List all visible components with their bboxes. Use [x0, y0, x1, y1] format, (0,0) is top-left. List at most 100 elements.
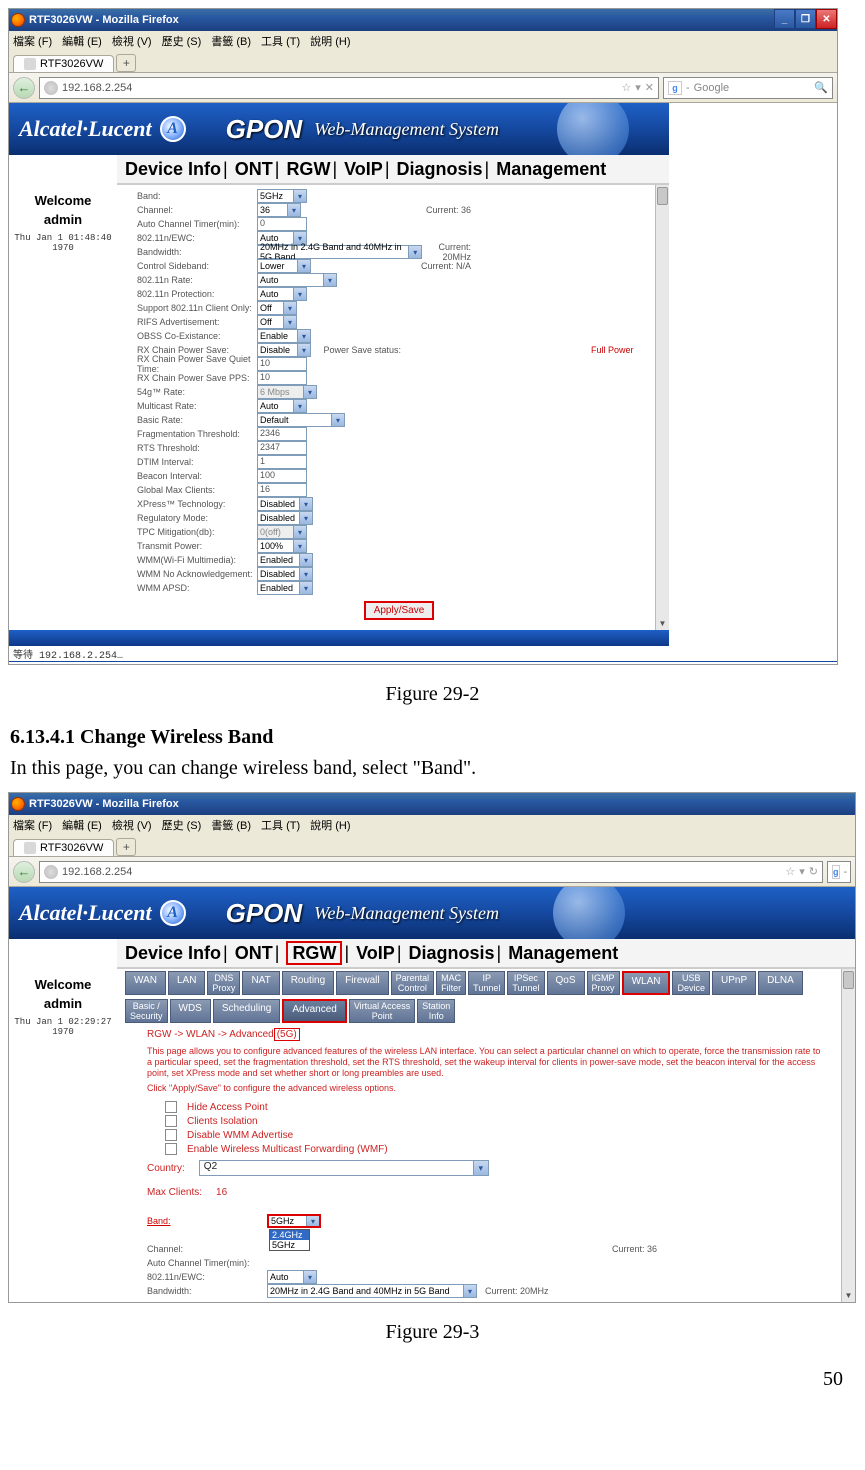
- field-select[interactable]: Enabled: [257, 581, 313, 595]
- bandwidth-select[interactable]: 20MHz in 2.4G Band and 40MHz in 5G Band: [267, 1284, 477, 1298]
- subnav-item[interactable]: UPnP: [712, 971, 756, 995]
- url-bar[interactable]: 192.168.2.254 ☆ ▾ ✕: [39, 77, 659, 99]
- menu-history[interactable]: 歷史 (S): [162, 817, 202, 831]
- dropdown-icon[interactable]: ▾: [799, 865, 805, 878]
- subnav-item[interactable]: Basic /Security: [125, 999, 168, 1023]
- subnav-item[interactable]: Virtual AccessPoint: [349, 999, 415, 1023]
- subnav-item[interactable]: Scheduling: [213, 999, 280, 1023]
- menu-edit[interactable]: 編輯 (E): [62, 817, 102, 831]
- nav-management[interactable]: Management: [496, 159, 606, 179]
- subnav-item[interactable]: MACFilter: [436, 971, 466, 995]
- field-select[interactable]: Auto: [257, 287, 307, 301]
- new-tab-button[interactable]: +: [116, 54, 136, 72]
- menu-file[interactable]: 檔案 (F): [13, 817, 52, 831]
- back-button[interactable]: ←: [13, 861, 35, 883]
- field-select[interactable]: Auto: [257, 399, 307, 413]
- nav-rgw[interactable]: RGW: [286, 941, 342, 965]
- band-option-5[interactable]: 5GHz: [270, 1240, 309, 1250]
- field-input[interactable]: 1: [257, 455, 307, 469]
- subnav-item[interactable]: DLNA: [758, 971, 803, 995]
- new-tab-button[interactable]: +: [116, 838, 136, 856]
- field-input[interactable]: 0: [257, 217, 307, 231]
- subnav-item[interactable]: WAN: [125, 971, 166, 995]
- ewc-select[interactable]: Auto: [267, 1270, 317, 1284]
- field-select[interactable]: 6 Mbps: [257, 385, 317, 399]
- field-select[interactable]: Enabled: [257, 553, 313, 567]
- field-select[interactable]: 36: [257, 203, 301, 217]
- menu-view[interactable]: 檢視 (V): [112, 33, 152, 47]
- field-select[interactable]: Enable: [257, 329, 311, 343]
- subnav-item[interactable]: WLAN: [622, 971, 671, 995]
- browser-tab[interactable]: RTF3026VW: [13, 55, 114, 72]
- subnav-item[interactable]: Firewall: [336, 971, 388, 995]
- menu-tools[interactable]: 工具 (T): [261, 33, 300, 47]
- nav-voip[interactable]: VoIP: [344, 159, 383, 179]
- dropdown-icon[interactable]: ▾: [635, 81, 641, 94]
- reload-icon[interactable]: ↻: [809, 865, 818, 878]
- checkbox[interactable]: [165, 1143, 177, 1155]
- field-input[interactable]: 16: [257, 483, 307, 497]
- nav-voip[interactable]: VoIP: [356, 943, 395, 963]
- browser-tab[interactable]: RTF3026VW: [13, 839, 114, 856]
- subnav-item[interactable]: Routing: [282, 971, 334, 995]
- scroll-down-icon[interactable]: ▼: [656, 616, 669, 630]
- country-select[interactable]: Q2: [199, 1160, 489, 1176]
- subnav-item[interactable]: IPSecTunnel: [507, 971, 544, 995]
- subnav-item[interactable]: StationInfo: [417, 999, 455, 1023]
- menu-help[interactable]: 說明 (H): [310, 817, 350, 831]
- nav-device-info[interactable]: Device Info: [125, 943, 221, 963]
- field-input[interactable]: 10: [257, 357, 307, 371]
- checkbox[interactable]: [165, 1129, 177, 1141]
- menu-bookmarks[interactable]: 書籤 (B): [211, 817, 251, 831]
- scroll-thumb[interactable]: [657, 187, 668, 205]
- close-button[interactable]: ✕: [816, 9, 837, 29]
- field-input[interactable]: 2347: [257, 441, 307, 455]
- menu-edit[interactable]: 編輯 (E): [62, 33, 102, 47]
- field-select[interactable]: Disable: [257, 343, 311, 357]
- checkbox[interactable]: [165, 1115, 177, 1127]
- minimize-button[interactable]: _: [774, 9, 795, 29]
- field-select[interactable]: Auto: [257, 273, 337, 287]
- menu-view[interactable]: 檢視 (V): [112, 817, 152, 831]
- band-select[interactable]: 5GHz 2.4GHz 5GHz: [267, 1214, 321, 1228]
- subnav-item[interactable]: IPTunnel: [468, 971, 505, 995]
- subnav-item[interactable]: ParentalControl: [391, 971, 435, 995]
- nav-ont[interactable]: ONT: [235, 159, 273, 179]
- back-button[interactable]: ←: [13, 77, 35, 99]
- subnav-item[interactable]: WDS: [170, 999, 211, 1023]
- field-select[interactable]: 20MHz in 2.4G Band and 40MHz in 5G Band: [257, 245, 422, 259]
- nav-ont[interactable]: ONT: [235, 943, 273, 963]
- field-select[interactable]: Disabled: [257, 511, 313, 525]
- field-select[interactable]: Lower: [257, 259, 311, 273]
- star-icon[interactable]: ☆: [785, 865, 795, 878]
- field-select[interactable]: Off: [257, 301, 297, 315]
- field-select[interactable]: 100%: [257, 539, 307, 553]
- field-select[interactable]: Default: [257, 413, 345, 427]
- menu-bookmarks[interactable]: 書籤 (B): [211, 33, 251, 47]
- menu-help[interactable]: 說明 (H): [310, 33, 350, 47]
- checkbox[interactable]: [165, 1101, 177, 1113]
- scroll-down-icon[interactable]: ▼: [842, 1288, 855, 1302]
- field-select[interactable]: 0(off): [257, 525, 307, 539]
- subnav-item[interactable]: NAT: [242, 971, 279, 995]
- menu-file[interactable]: 檔案 (F): [13, 33, 52, 47]
- search-bar[interactable]: g-: [827, 861, 851, 883]
- nav-diagnosis[interactable]: Diagnosis: [397, 159, 483, 179]
- field-input[interactable]: 2346: [257, 427, 307, 441]
- nav-rgw[interactable]: RGW: [286, 159, 330, 179]
- field-select[interactable]: Off: [257, 315, 297, 329]
- scrollbar[interactable]: ▲ ▼: [655, 185, 669, 630]
- maxclients-input[interactable]: 16: [216, 1184, 240, 1200]
- menu-tools[interactable]: 工具 (T): [261, 817, 300, 831]
- field-select[interactable]: 5GHz: [257, 189, 307, 203]
- apply-save-button[interactable]: Apply/Save: [364, 601, 435, 620]
- subnav-item[interactable]: IGMPProxy: [587, 971, 620, 995]
- scroll-thumb[interactable]: [843, 971, 854, 989]
- nav-device-info[interactable]: Device Info: [125, 159, 221, 179]
- stop-icon[interactable]: ✕: [645, 81, 654, 94]
- subnav-item[interactable]: DNSProxy: [207, 971, 240, 995]
- nav-diagnosis[interactable]: Diagnosis: [409, 943, 495, 963]
- field-select[interactable]: Disabled: [257, 497, 313, 511]
- star-icon[interactable]: ☆: [621, 81, 631, 94]
- field-input[interactable]: 100: [257, 469, 307, 483]
